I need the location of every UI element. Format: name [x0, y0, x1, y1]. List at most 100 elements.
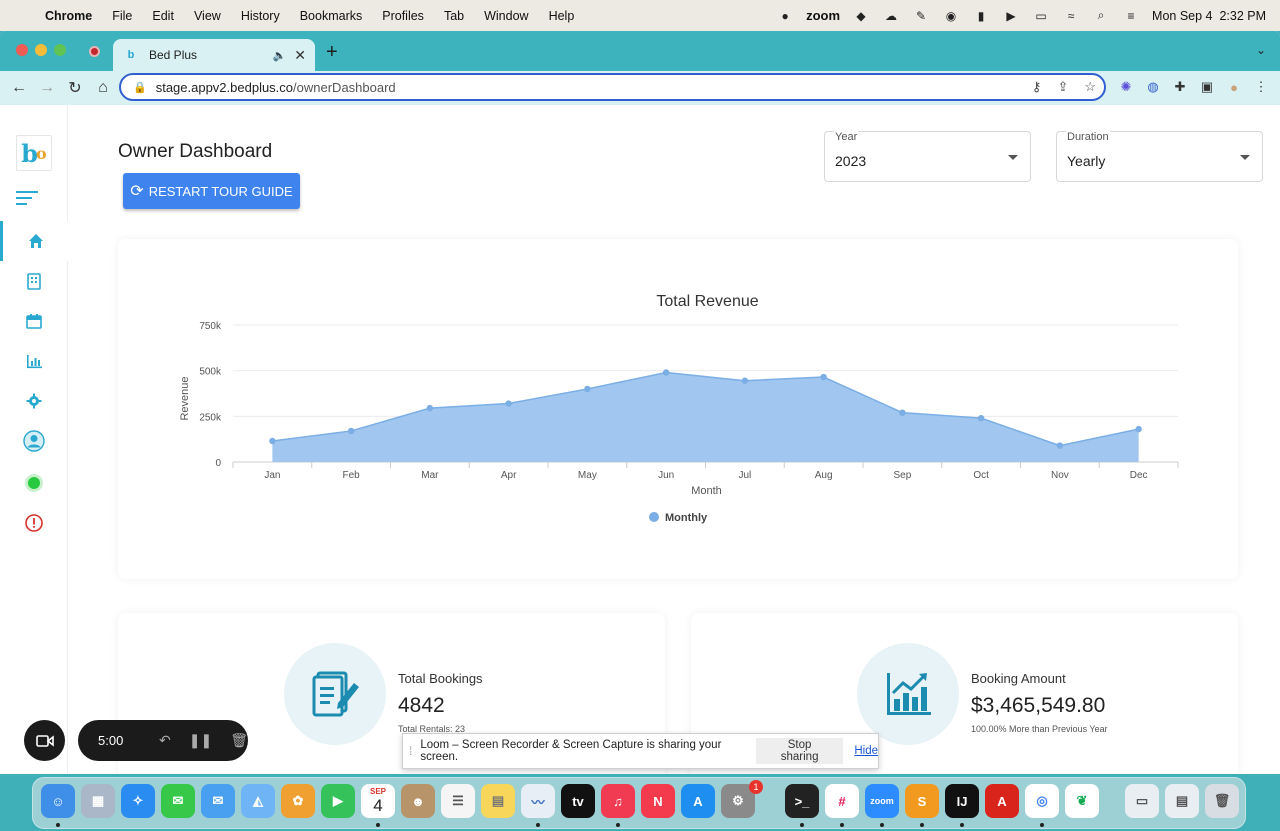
reload-button[interactable]: ↻ [66, 78, 84, 98]
bookmark-star-icon[interactable]: ☆ [1084, 79, 1096, 95]
contacts-icon[interactable]: ☻ [401, 784, 435, 818]
sidebar-item-home[interactable] [0, 221, 68, 261]
speaker-icon[interactable]: 🔈 [273, 49, 287, 62]
calendar-app-icon[interactable]: SEP 4 [361, 784, 395, 818]
menu-file[interactable]: File [112, 9, 132, 23]
maps-icon[interactable]: ◭ [241, 784, 275, 818]
apple-tv-icon[interactable]: tv [561, 784, 595, 818]
side-panel-icon[interactable]: ▣ [1199, 79, 1215, 95]
launchpad-icon[interactable]: ▦ [81, 784, 115, 818]
lock-icon[interactable]: 🔒 [133, 81, 147, 94]
tab-bed-plus[interactable]: b Bed Plus 🔈 ✕ [113, 39, 315, 71]
slack-icon[interactable]: # [825, 784, 859, 818]
duration-select-label: Duration [1066, 131, 1110, 143]
sidebar-item-status[interactable] [0, 463, 68, 503]
extension-globe-icon[interactable]: ◍ [1145, 79, 1161, 95]
home-button[interactable]: ⌂ [94, 79, 112, 97]
zoom-status-label[interactable]: zoom [806, 8, 840, 23]
trash-icon[interactable]: 🗑 [230, 732, 248, 749]
microphone-icon[interactable]: ● [776, 9, 794, 23]
cloud-icon[interactable]: ☁ [882, 9, 900, 23]
news-icon[interactable]: N [641, 784, 675, 818]
trash-bin-icon[interactable]: 🗑 [1205, 784, 1239, 818]
sidebar-item-settings[interactable] [0, 381, 68, 421]
downloads-folder-icon[interactable]: ▭ [1125, 784, 1159, 818]
sidebar-item-reports[interactable] [0, 341, 68, 381]
profile-avatar[interactable]: ● [1226, 79, 1242, 95]
new-tab-button[interactable]: + [326, 41, 338, 64]
forward-button[interactable]: → [38, 79, 56, 97]
close-window-button[interactable] [16, 44, 28, 56]
x-tick-label: Jul [738, 470, 751, 481]
tab-search-chevron-icon[interactable]: ⌄ [1256, 43, 1266, 57]
zoom-app-icon[interactable]: zoom [865, 784, 899, 818]
loom-camera-button[interactable] [24, 720, 65, 761]
play-icon[interactable]: ▶ [1002, 9, 1020, 23]
hide-link[interactable]: Hide [854, 745, 878, 757]
wifi-icon[interactable]: ≈ [1062, 9, 1080, 23]
year-select[interactable]: Year 2023 [824, 131, 1031, 182]
menubar-datetime[interactable]: Mon Sep 4 2:32 PM [1152, 9, 1266, 23]
key-icon[interactable]: ⚷ [1032, 79, 1042, 95]
extension-gear-icon[interactable]: ✺ [1118, 79, 1134, 95]
menu-toggle-icon[interactable] [16, 191, 38, 209]
address-url[interactable]: stage.appv2.bedplus.co/ownerDashboard [156, 80, 396, 95]
battery-icon[interactable]: ▭ [1032, 9, 1050, 23]
menu-profiles[interactable]: Profiles [382, 9, 424, 23]
menu-app-name[interactable]: Chrome [45, 9, 92, 23]
photos-icon[interactable]: ✿ [281, 784, 315, 818]
finder-icon[interactable]: ☺ [41, 784, 75, 818]
mail-icon[interactable]: ✉ [201, 784, 235, 818]
menu-tab[interactable]: Tab [444, 9, 464, 23]
back-button[interactable]: ← [10, 79, 28, 97]
music-icon[interactable]: ♫ [601, 784, 635, 818]
pen-icon[interactable]: ✎ [912, 9, 930, 23]
pause-icon[interactable]: ❚❚ [189, 732, 212, 749]
address-bar[interactable]: 🔒 stage.appv2.bedplus.co/ownerDashboard … [119, 73, 1106, 101]
menu-bookmarks[interactable]: Bookmarks [300, 9, 363, 23]
menu-help[interactable]: Help [549, 9, 575, 23]
reminders-icon[interactable]: ☰ [441, 784, 475, 818]
documents-stack-icon[interactable]: ▤ [1165, 784, 1199, 818]
running-indicator [56, 823, 60, 827]
restart-tour-button[interactable]: ⟳ RESTART TOUR GUIDE [123, 173, 300, 209]
app-store-icon[interactable]: A [681, 784, 715, 818]
sidebar-item-calendar[interactable] [0, 301, 68, 341]
menu-history[interactable]: History [241, 9, 280, 23]
acrobat-icon[interactable]: A [985, 784, 1019, 818]
bedplus-logo[interactable]: bo [16, 135, 52, 171]
extensions-puzzle-icon[interactable]: ✚ [1172, 79, 1188, 95]
drag-handle-icon[interactable]: ⁞ [409, 744, 412, 758]
record-status-icon[interactable]: ◉ [942, 9, 960, 23]
menu-view[interactable]: View [194, 9, 221, 23]
messages-icon[interactable]: ✉ [161, 784, 195, 818]
undo-icon[interactable]: ↶ [159, 732, 171, 749]
sidebar-item-properties[interactable] [0, 261, 68, 301]
stop-sharing-button[interactable]: Stop sharing [755, 738, 844, 764]
chrome-icon[interactable]: ◎ [1025, 784, 1059, 818]
close-tab-icon[interactable]: ✕ [294, 47, 306, 64]
mongodb-compass-icon[interactable]: ❦ [1065, 784, 1099, 818]
terminal-icon[interactable]: >_ [785, 784, 819, 818]
menu-window[interactable]: Window [484, 9, 528, 23]
control-center-icon[interactable]: ≡ [1122, 9, 1140, 23]
safari-icon[interactable]: ✧ [121, 784, 155, 818]
intellij-icon[interactable]: IJ [945, 784, 979, 818]
status-app-icon[interactable]: ◆ [852, 9, 870, 23]
minimize-window-button[interactable] [35, 44, 47, 56]
year-select-label: Year [834, 131, 859, 143]
spotlight-search-icon[interactable]: ⌕ [1092, 8, 1110, 23]
more-menu-icon[interactable]: ⋮ [1253, 79, 1269, 95]
facetime-icon[interactable]: ▶ [321, 784, 355, 818]
notes-icon[interactable]: ▤ [481, 784, 515, 818]
audio-icon[interactable]: ▮ [972, 9, 990, 23]
duration-select[interactable]: Duration Yearly [1056, 131, 1263, 182]
sidebar-item-profile[interactable] [0, 421, 68, 461]
sidebar-item-alert[interactable] [0, 503, 68, 543]
x-tick-label: Jun [658, 470, 674, 481]
menu-edit[interactable]: Edit [152, 9, 174, 23]
freeform-icon[interactable]: 〰 [521, 784, 555, 818]
sublime-text-icon[interactable]: S [905, 784, 939, 818]
share-icon[interactable]: ⇪ [1057, 79, 1068, 95]
maximize-window-button[interactable] [54, 44, 66, 56]
